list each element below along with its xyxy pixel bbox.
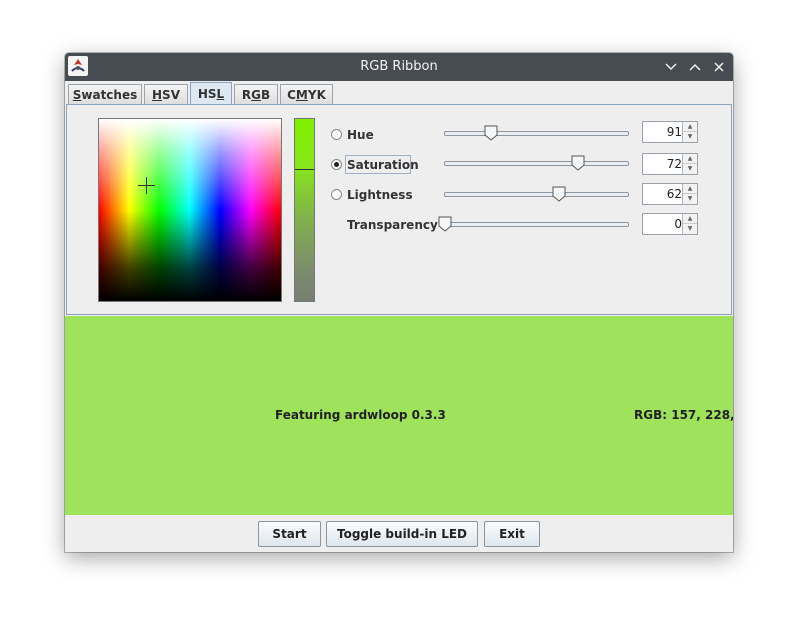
maximize-button[interactable] [685, 57, 705, 77]
saturation-strip[interactable] [294, 118, 315, 302]
transparency-label: Transparency [347, 218, 438, 232]
preview-caption: Featuring ardwloop 0.3.3 [275, 408, 446, 422]
lightness-gradient [99, 119, 281, 301]
color-preview: Featuring ardwloop 0.3.3 RGB: 157, 228, … [65, 316, 733, 515]
transparency-slider-thumb[interactable] [438, 216, 452, 232]
hue-slider-thumb[interactable] [484, 125, 498, 141]
transparency-value[interactable]: 0 [643, 214, 682, 234]
lightness-slider[interactable] [444, 192, 629, 197]
start-button[interactable]: Start [258, 521, 321, 547]
exit-button[interactable]: Exit [484, 521, 540, 547]
saturation-radio[interactable] [331, 159, 342, 170]
crosshair-icon[interactable] [138, 177, 155, 194]
hue-radio[interactable] [331, 129, 342, 140]
tab-rgb[interactable]: RGB [234, 84, 278, 104]
button-bar: Start Toggle build-in LED Exit [65, 515, 733, 552]
hue-lightness-field[interactable] [98, 118, 282, 302]
minimize-button[interactable] [661, 57, 681, 77]
chevron-down-icon [665, 63, 677, 71]
tab-cmyk[interactable]: C M YK [280, 84, 333, 104]
saturation-slider-thumb[interactable] [571, 155, 585, 171]
hue-spinner-buttons: ▲ ▼ [682, 122, 697, 142]
tab-hsv[interactable]: H SV [144, 84, 188, 104]
lightness-label: Lightness [347, 188, 413, 202]
saturation-value[interactable]: 72 [643, 154, 682, 174]
app-window: RGB Ribbon Swatches HSV HSL RGB CMYK [65, 53, 733, 552]
hue-increment-button[interactable]: ▲ [683, 122, 697, 132]
lightness-decrement-button[interactable]: ▼ [683, 194, 697, 204]
transparency-slider[interactable] [444, 222, 629, 227]
lightness-increment-button[interactable]: ▲ [683, 184, 697, 194]
transparency-spinner-buttons: ▲ ▼ [682, 214, 697, 234]
lightness-slider-thumb[interactable] [552, 186, 566, 202]
strip-marker [295, 169, 314, 170]
saturation-decrement-button[interactable]: ▼ [683, 164, 697, 174]
saturation-label: Saturation [347, 158, 419, 172]
tab-swatches[interactable]: Swatches [68, 84, 142, 104]
hue-slider[interactable] [444, 131, 629, 136]
lightness-radio[interactable] [331, 189, 342, 200]
tab-bar: Swatches H SV HS L RGB C M YK [65, 81, 733, 105]
close-icon [714, 62, 724, 72]
window-title: RGB Ribbon [360, 59, 438, 74]
close-button[interactable] [709, 57, 729, 77]
title-bar[interactable]: RGB Ribbon [65, 53, 733, 81]
saturation-spinner-buttons: ▲ ▼ [682, 154, 697, 174]
saturation-slider[interactable] [444, 161, 629, 166]
tab-hsl[interactable]: HS L [190, 82, 232, 105]
transparency-spinner[interactable]: 0 ▲ ▼ [642, 213, 698, 235]
hue-label: Hue [347, 128, 374, 142]
hue-spinner[interactable]: 91 ▲ ▼ [642, 121, 698, 143]
hue-value[interactable]: 91 [643, 122, 682, 142]
lightness-value[interactable]: 62 [643, 184, 682, 204]
saturation-increment-button[interactable]: ▲ [683, 154, 697, 164]
rgb-readout: RGB: 157, 228, 92 [634, 408, 733, 422]
lightness-spinner[interactable]: 62 ▲ ▼ [642, 183, 698, 205]
chevron-up-icon [689, 63, 701, 71]
saturation-spinner[interactable]: 72 ▲ ▼ [642, 153, 698, 175]
transparency-increment-button[interactable]: ▲ [683, 214, 697, 224]
toggle-led-button[interactable]: Toggle build-in LED [326, 521, 478, 547]
hue-decrement-button[interactable]: ▼ [683, 132, 697, 142]
lightness-spinner-buttons: ▲ ▼ [682, 184, 697, 204]
transparency-decrement-button[interactable]: ▼ [683, 224, 697, 234]
